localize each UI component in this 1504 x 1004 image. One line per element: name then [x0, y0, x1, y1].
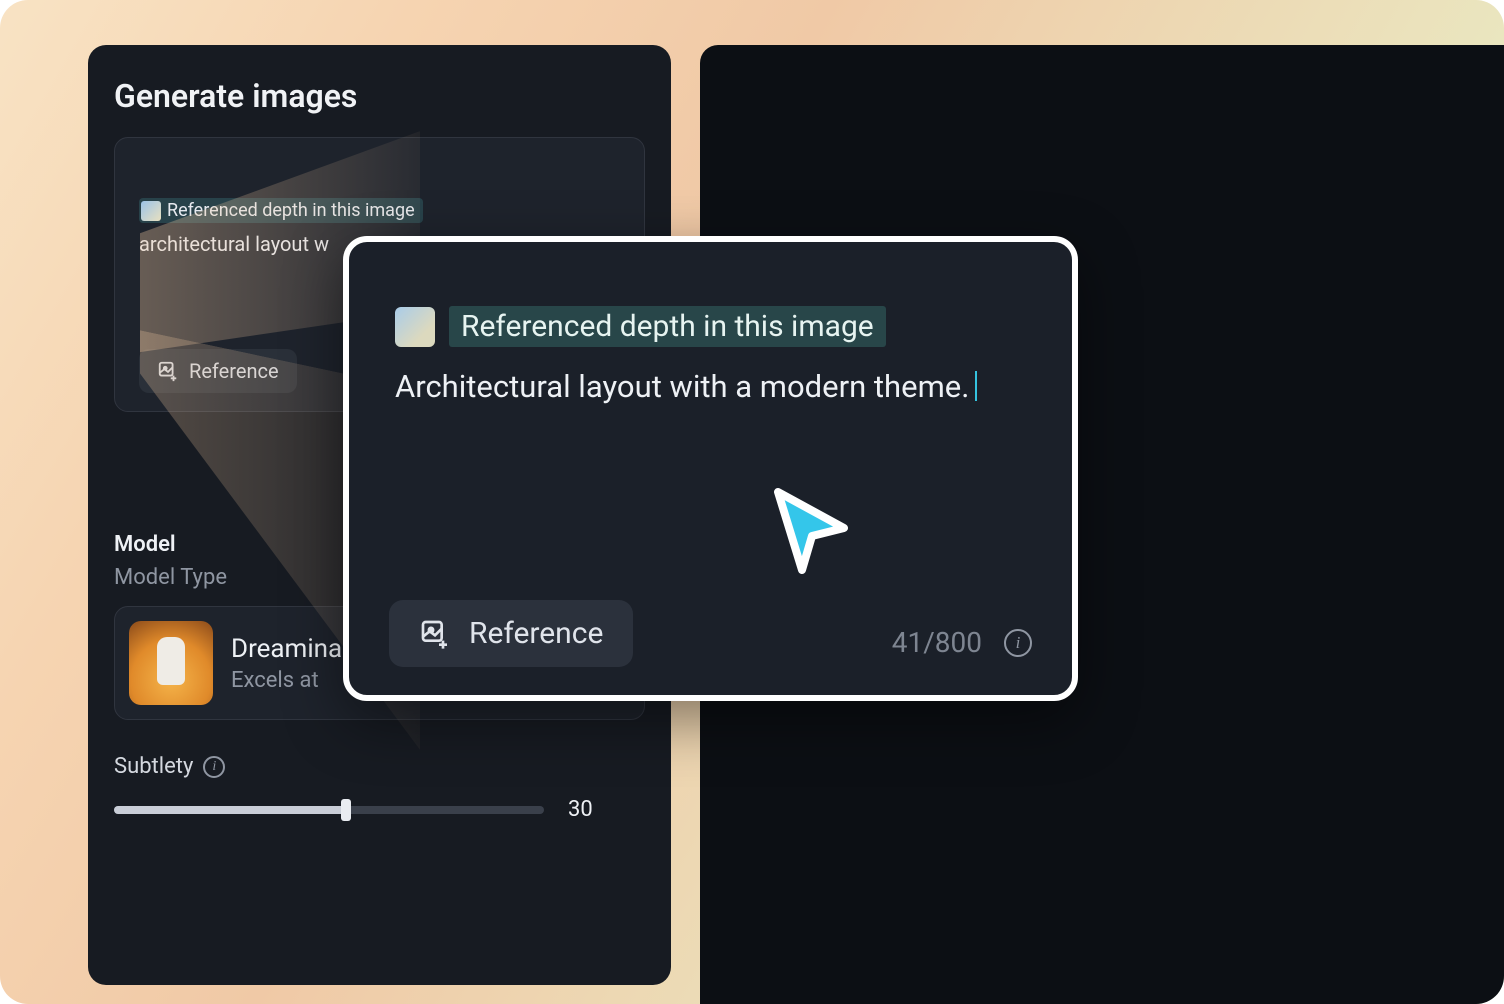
- model-name: Dreamina: [231, 634, 342, 664]
- subtlety-value: 30: [568, 797, 593, 822]
- prompt-text[interactable]: Architectural layout with a modern theme…: [395, 361, 1026, 414]
- reference-chip-label: Referenced depth in this image: [461, 309, 874, 344]
- reference-thumbnail: [141, 201, 161, 221]
- panel-title: Generate images: [114, 77, 645, 115]
- reference-chip-label: Referenced depth in this image: [167, 200, 415, 221]
- reference-add-icon: [157, 360, 179, 382]
- cursor-pointer-icon: [758, 480, 858, 580]
- model-thumbnail: [129, 621, 213, 705]
- reference-chip[interactable]: Referenced depth in this image: [449, 306, 886, 347]
- slider-thumb[interactable]: [341, 799, 351, 821]
- reference-thumbnail: [395, 307, 435, 347]
- prompt-zoom-callout: Referenced depth in this image Architect…: [343, 236, 1078, 701]
- model-desc: Excels at: [231, 668, 342, 693]
- reference-button-label: Reference: [469, 616, 603, 651]
- reference-add-icon: [419, 618, 451, 650]
- reference-chip[interactable]: Referenced depth in this image: [139, 198, 423, 223]
- reference-button-label: Reference: [189, 359, 279, 383]
- reference-button[interactable]: Reference: [139, 349, 297, 393]
- subtlety-label: Subtlety: [114, 754, 193, 779]
- text-caret: [975, 371, 977, 401]
- char-count: 41/800: [892, 626, 982, 659]
- reference-button[interactable]: Reference: [389, 600, 633, 667]
- info-icon[interactable]: i: [203, 756, 225, 778]
- stage: d results will app Generate images Refer…: [0, 0, 1504, 1004]
- info-icon[interactable]: i: [1004, 629, 1032, 657]
- slider-fill: [114, 806, 346, 814]
- subtlety-slider[interactable]: [114, 806, 544, 814]
